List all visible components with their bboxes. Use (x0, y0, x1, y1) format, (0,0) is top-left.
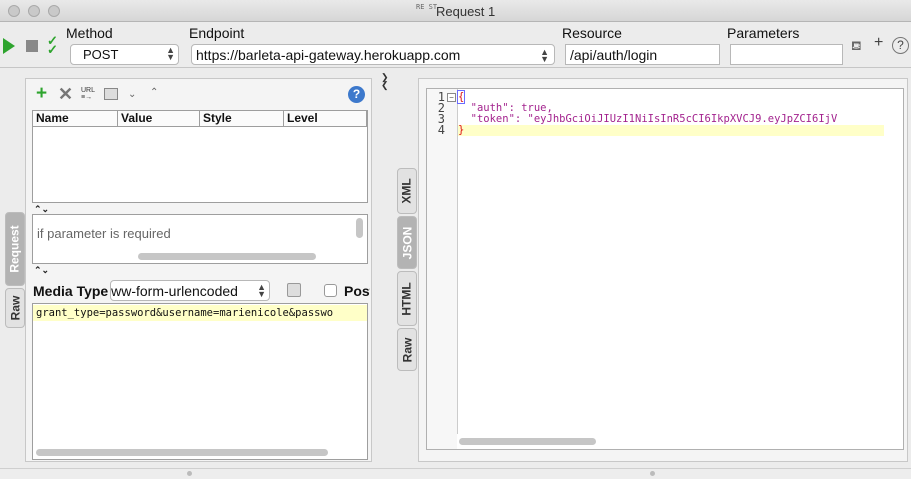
tab-json[interactable]: JSON (397, 216, 417, 269)
grid-icon[interactable] (104, 88, 118, 100)
column-header-level[interactable]: Level (284, 111, 367, 127)
method-label: Method (66, 25, 113, 41)
endpoint-combobox[interactable]: https://barleta-api-gateway.herokuapp.co… (191, 44, 555, 65)
help-icon[interactable]: ? (892, 37, 909, 54)
resize-handle-icon[interactable] (650, 471, 655, 476)
format-body-icon[interactable] (287, 283, 301, 297)
method-value: POST (83, 47, 119, 62)
request-body-editor[interactable]: grant_type=password&username=marienicole… (32, 303, 368, 460)
rest-icon: RE ST (416, 3, 438, 11)
json-line: "token": "eyJhbGciOiJIUzI1NiIsInR5cCI6Ik… (458, 114, 838, 125)
parameters-input[interactable] (730, 44, 843, 65)
column-header-name[interactable]: Name (33, 111, 118, 127)
params-table[interactable]: Name Value Style Level (32, 110, 368, 203)
format-icon[interactable]: ⛾ (851, 39, 862, 52)
help-icon[interactable]: ? (348, 86, 365, 103)
scrollbar-horizontal[interactable] (459, 438, 596, 445)
window-title: Request 1 (436, 4, 496, 19)
add-param-icon[interactable]: + (36, 84, 47, 103)
post-query-checkbox[interactable] (324, 284, 337, 297)
splitter-arrows-icon[interactable]: ⌃⌄ (34, 265, 49, 276)
stop-icon[interactable] (26, 40, 38, 52)
move-up-icon[interactable]: ⌃ (150, 87, 158, 99)
parameters-label: Parameters (727, 25, 800, 41)
response-json: { "auth": true, "token": "eyJhbGciOiJIUz… (456, 90, 884, 136)
scrollbar-horizontal[interactable] (36, 449, 328, 456)
tab-html[interactable]: HTML (397, 271, 417, 326)
resize-handle-icon[interactable] (187, 471, 192, 476)
param-description-area[interactable]: if parameter is required (32, 214, 368, 264)
url-params-icon[interactable]: URL ≡→ (81, 87, 95, 101)
tab-request[interactable]: Request (5, 212, 25, 286)
resource-label: Resource (562, 25, 622, 41)
media-type-value: www-form-urlencoded (110, 283, 238, 299)
zoom-window-button[interactable] (48, 5, 60, 17)
post-query-label: Post (344, 283, 370, 299)
add-icon[interactable]: + (874, 35, 883, 51)
response-viewer[interactable]: 1 2 3 4 − { "auth": true, "token": "eyJh… (426, 88, 904, 450)
gutter-divider (457, 89, 458, 434)
tab-xml[interactable]: XML (397, 168, 417, 214)
splitter-chevron-icon[interactable]: ❯ ❮ (381, 73, 389, 90)
run-icon[interactable] (3, 38, 15, 54)
media-type-select[interactable]: www-form-urlencoded ▲ ▼ (110, 280, 270, 301)
json-line: "auth": true, (458, 102, 553, 114)
chevron-updown-icon: ▲ ▼ (257, 282, 266, 299)
close-window-button[interactable] (8, 5, 20, 17)
scrollbar-vertical[interactable] (356, 218, 363, 238)
status-bar (0, 468, 911, 479)
param-description-text: if parameter is required (37, 226, 171, 241)
minimize-window-button[interactable] (28, 5, 40, 17)
endpoint-label: Endpoint (189, 25, 245, 41)
submit-check-icon[interactable]: ✓ ✓ (47, 34, 58, 56)
column-header-style[interactable]: Style (200, 111, 284, 127)
media-type-label: Media Type (33, 283, 109, 299)
divider (0, 67, 911, 68)
tab-raw-request[interactable]: Raw (5, 288, 25, 328)
request-body-text: grant_type=password&username=marienicole… (33, 305, 367, 321)
tab-raw-response[interactable]: Raw (397, 328, 417, 371)
line-number-gutter: 1 2 3 4 (427, 89, 457, 449)
json-line: } (458, 125, 884, 136)
fold-toggle-icon[interactable]: − (447, 93, 456, 102)
column-header-value[interactable]: Value (118, 111, 200, 127)
chevron-updown-icon: ▲ ▼ (166, 45, 175, 62)
endpoint-value: https://barleta-api-gateway.herokuapp.co… (196, 47, 461, 63)
title-bar: RE ST Request 1 (0, 0, 911, 22)
delete-param-icon[interactable]: ✕ (58, 85, 73, 103)
method-select[interactable]: POST ▲ ▼ (70, 44, 179, 65)
scrollbar-horizontal[interactable] (138, 253, 316, 260)
chevron-updown-icon: ▲ ▼ (540, 47, 549, 64)
resource-input[interactable]: /api/auth/login (565, 44, 720, 65)
line-number: 4 (437, 123, 445, 137)
move-down-icon[interactable]: ⌄ (128, 89, 136, 101)
